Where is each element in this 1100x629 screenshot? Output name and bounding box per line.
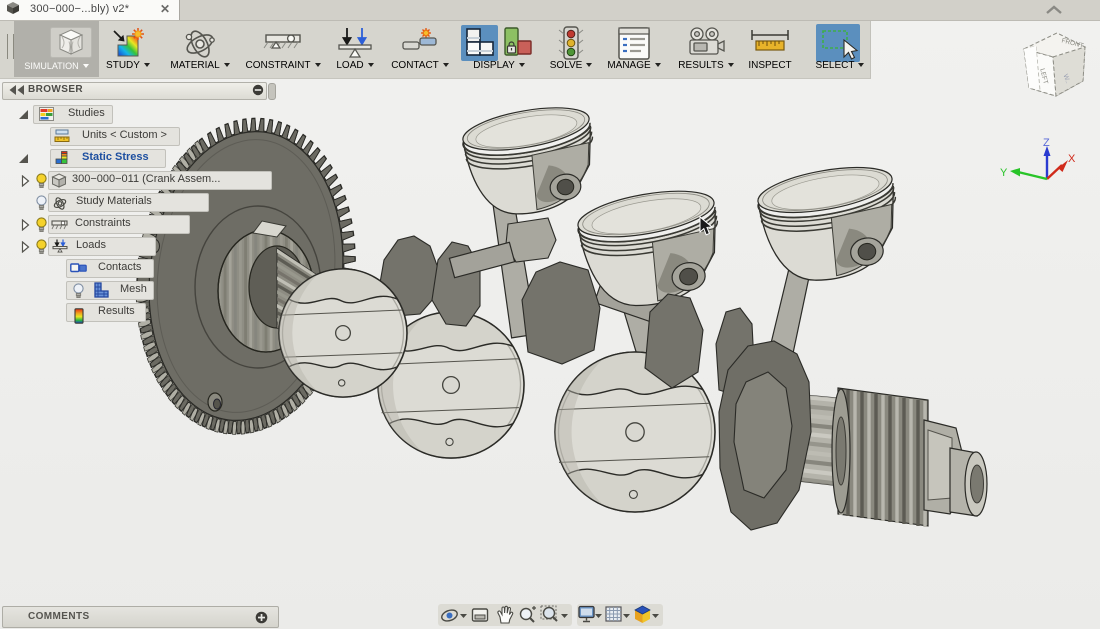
svg-text:X: X bbox=[1068, 153, 1076, 165]
svg-text:Z: Z bbox=[1043, 137, 1050, 149]
svg-text:Y: Y bbox=[1000, 167, 1008, 179]
